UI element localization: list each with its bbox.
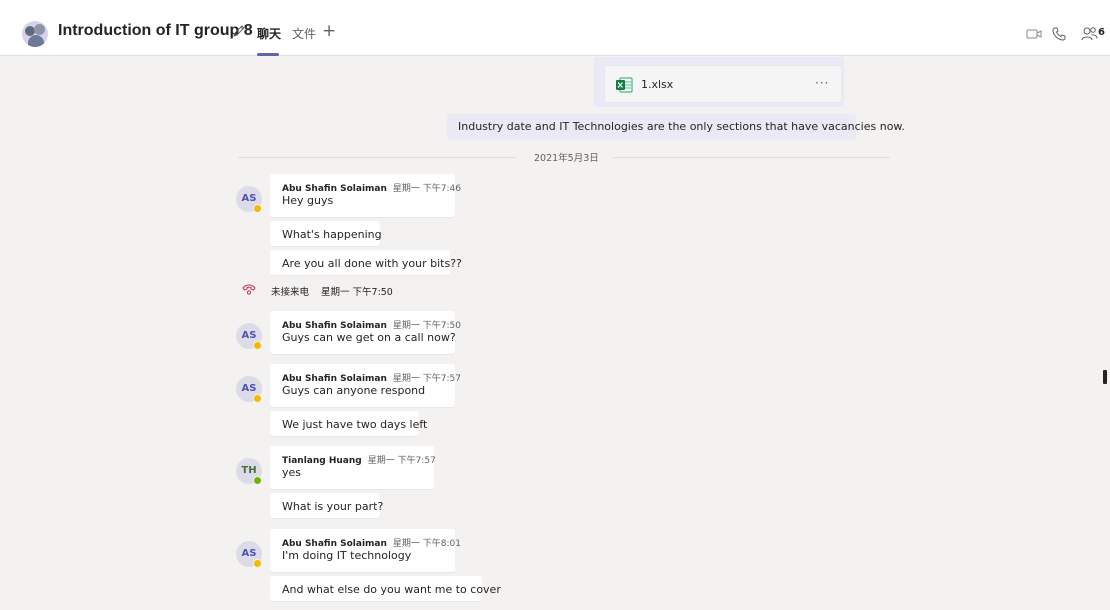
message-bubble: Abu Shafin Solaiman 星期一 下午8:01 I'm doing … (270, 529, 461, 572)
message-text: We just have two days left (282, 418, 428, 431)
message-author: Tianlang Huang (282, 456, 362, 466)
message-bubble: Are you all done with your bits?? (270, 250, 462, 275)
avatar[interactable]: AS (236, 323, 262, 350)
add-tab-button[interactable]: + (322, 21, 336, 41)
video-call-icon[interactable] (1025, 25, 1043, 43)
message-text: What is your part? (282, 500, 384, 513)
status-away-indicator (253, 394, 262, 403)
date-separator: 2021年5月3日 (238, 150, 890, 164)
avatar[interactable]: AS (236, 376, 262, 403)
message-author: Abu Shafin Solaiman (282, 539, 387, 549)
file-name[interactable]: 1.xlsx (641, 78, 673, 91)
message-bubble: And what else do you want me to cover (270, 576, 501, 601)
outgoing-message-bubble: Industry date and IT Technologies are th… (447, 114, 905, 140)
message-author: Abu Shafin Solaiman (282, 321, 387, 331)
avatar[interactable]: AS (236, 186, 262, 213)
avatar[interactable]: AS (236, 541, 262, 568)
message-bubble: What is your part? (270, 493, 384, 518)
status-away-indicator (253, 559, 262, 568)
message-text: And what else do you want me to cover (282, 583, 501, 596)
status-away-indicator (253, 341, 262, 350)
message-time: 星期一 下午7:50 (392, 321, 461, 331)
participants-count[interactable]: 6 (1098, 27, 1105, 38)
audio-call-icon[interactable] (1050, 25, 1068, 43)
message-text: Hey guys (282, 194, 334, 207)
message-bubble: Abu Shafin Solaiman 星期一 下午7:50 Guys can w… (270, 311, 461, 354)
message-text: What's happening (282, 228, 382, 241)
message-text: Guys can anyone respond (282, 384, 426, 397)
status-away-indicator (253, 204, 262, 213)
message-author: Abu Shafin Solaiman (282, 374, 387, 384)
tab-chat[interactable]: 聊天 (257, 25, 281, 42)
message-bubble: Tianlang Huang 星期一 下午7:57 yes (270, 446, 436, 489)
message-text: I'm doing IT technology (282, 549, 412, 562)
tab-files[interactable]: 文件 (292, 25, 316, 42)
status-online-indicator (253, 476, 262, 485)
message-author: Abu Shafin Solaiman (282, 184, 387, 194)
missed-call-label: 未接来电 (271, 287, 310, 298)
message-time: 星期一 下午7:57 (392, 374, 461, 384)
message-bubble: What's happening (270, 221, 382, 246)
message-bubble: We just have two days left (270, 411, 427, 436)
message-text: Guys can we get on a call now? (282, 331, 456, 344)
missed-call-time: 星期一 下午7:50 (321, 287, 393, 298)
message-time: 星期一 下午8:01 (392, 539, 461, 549)
message-text: Are you all done with your bits?? (282, 257, 462, 270)
message-text: yes (282, 466, 302, 479)
people-icon[interactable] (1080, 25, 1100, 43)
message-bubble: Abu Shafin Solaiman 星期一 下午7:57 Guys can a… (270, 364, 461, 407)
group-avatar[interactable] (22, 21, 48, 47)
message-time: 星期一 下午7:57 (367, 456, 436, 466)
avatar[interactable]: TH (236, 458, 262, 485)
file-attachment-card[interactable]: 1.xlsx ··· (604, 65, 842, 103)
date-separator-text: 2021年5月3日 (534, 153, 599, 164)
missed-call-icon (242, 284, 256, 295)
message-text: Industry date and IT Technologies are th… (458, 120, 905, 133)
active-tab-indicator (257, 53, 279, 56)
edit-icon[interactable] (232, 24, 246, 38)
message-bubble: Abu Shafin Solaiman 星期一 下午7:46 Hey guys (270, 174, 461, 217)
scrollbar-thumb[interactable] (1103, 370, 1107, 384)
excel-file-icon (616, 77, 633, 93)
file-more-options[interactable]: ··· (815, 76, 829, 90)
chat-title: Introduction of IT group 8 (58, 22, 253, 39)
chat-header: Introduction of IT group 8 聊天 文件 + 6 (0, 0, 1110, 56)
message-time: 星期一 下午7:46 (392, 184, 461, 194)
chat-area: 1.xlsx ··· Industry date and IT Technolo… (0, 57, 1110, 610)
